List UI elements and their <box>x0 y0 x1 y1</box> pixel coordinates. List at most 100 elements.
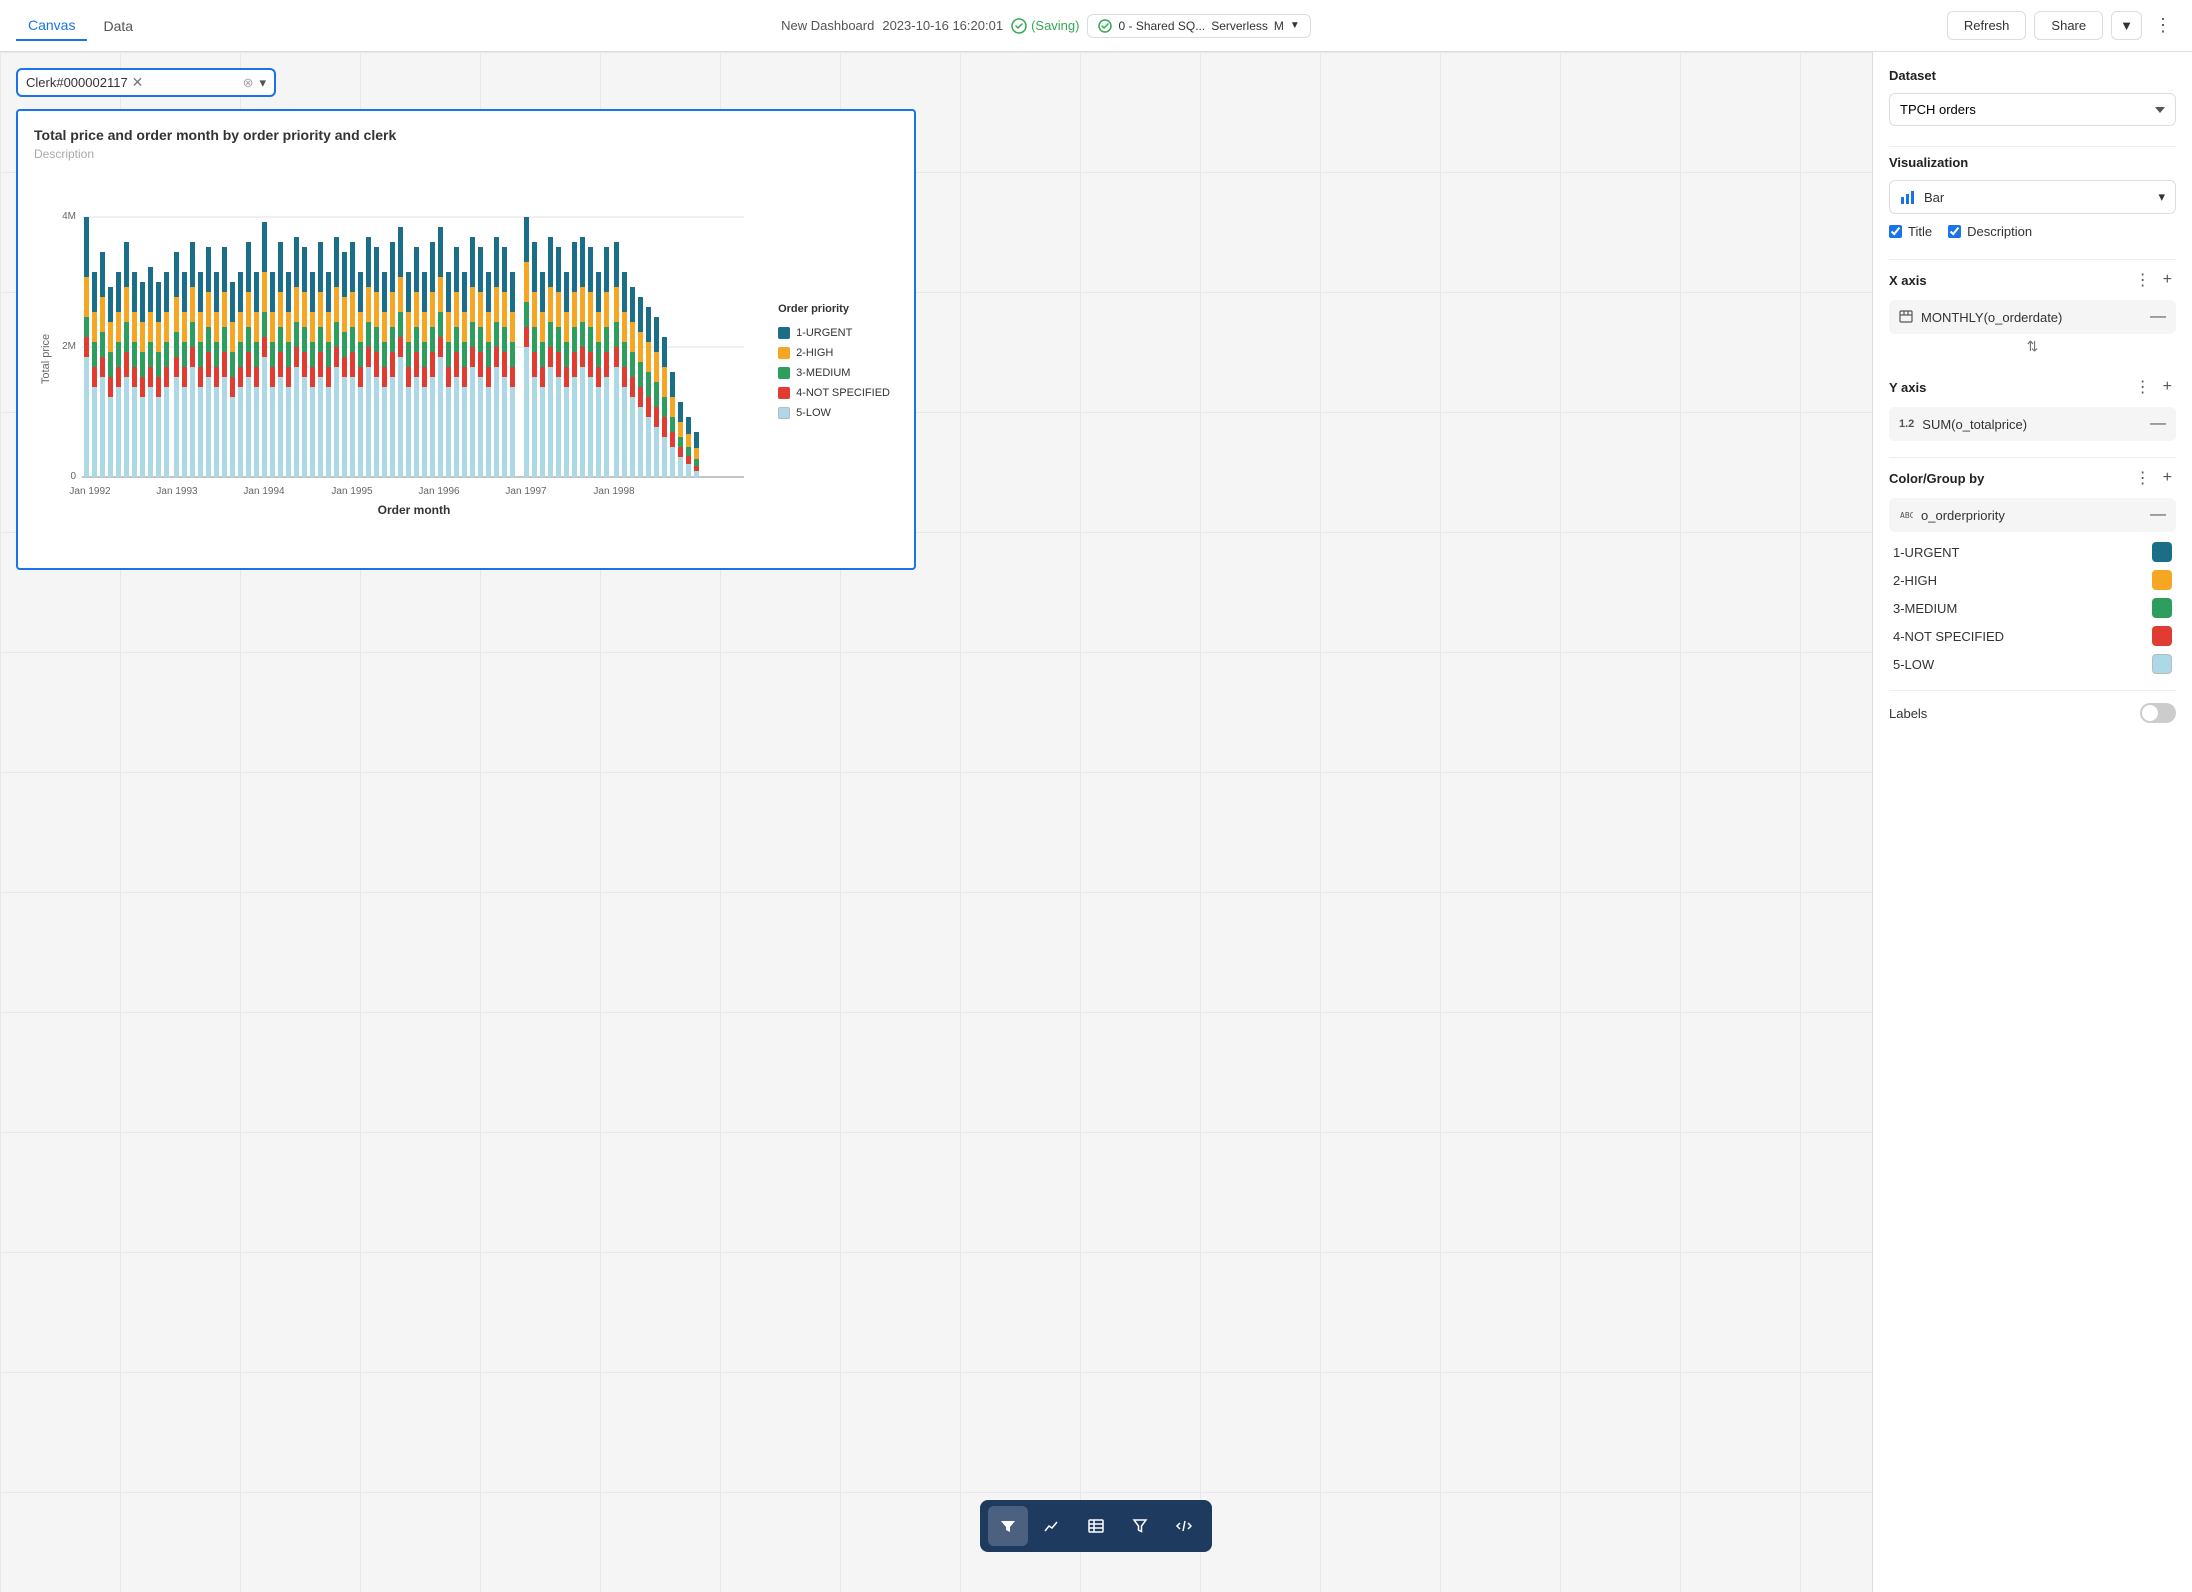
filter-remove-button[interactable]: ✕ <box>132 74 144 91</box>
filter-input[interactable]: Clerk#000002117 ✕ ⊗ ▾ <box>16 68 276 97</box>
color-swatch-notspecified[interactable] <box>2152 626 2172 646</box>
filter-clear-button[interactable]: ⊗ <box>243 75 254 91</box>
visualization-label: Visualization <box>1889 155 2176 170</box>
axis-swap-icon[interactable]: ⇅ <box>1889 334 2176 359</box>
color-item-urgent: 1-URGENT <box>1889 542 2176 562</box>
color-item-notspecified-label: 4-NOT SPECIFIED <box>1893 629 2004 644</box>
legend-swatch-urgent <box>778 327 790 339</box>
y-axis-label: Y axis <box>1889 380 1926 395</box>
description-checkbox-label[interactable]: Description <box>1948 224 2032 239</box>
color-item-low-label: 5-LOW <box>1893 657 1934 672</box>
description-checkbox[interactable] <box>1948 225 1961 238</box>
color-actions: ⋮ + <box>2131 466 2176 490</box>
x-field-remove-button[interactable]: — <box>2150 308 2166 326</box>
y-axis-add-button[interactable]: + <box>2159 375 2176 399</box>
canvas-area[interactable]: Clerk#000002117 ✕ ⊗ ▾ Total price and or… <box>0 52 1872 1592</box>
title-checkbox[interactable] <box>1889 225 1902 238</box>
x-axis-more-button[interactable]: ⋮ <box>2131 268 2155 292</box>
color-field-remove-button[interactable]: — <box>2150 506 2166 524</box>
refresh-button[interactable]: Refresh <box>1947 11 2027 40</box>
color-swatch-urgent[interactable] <box>2152 542 2172 562</box>
filter-icon <box>999 1517 1017 1535</box>
svg-text:Jan 1998: Jan 1998 <box>593 486 635 497</box>
svg-text:Order month: Order month <box>378 503 451 517</box>
legend-swatch-notspecified <box>778 387 790 399</box>
color-more-button[interactable]: ⋮ <box>2131 466 2155 490</box>
tab-data[interactable]: Data <box>91 11 145 41</box>
connection-size: M <box>1274 19 1284 33</box>
y-axis-field: 1.2 SUM(o_totalprice) — <box>1889 407 2176 441</box>
legend-item-high: 2-HIGH <box>778 347 890 359</box>
y-field-remove-button[interactable]: — <box>2150 415 2166 433</box>
color-item-low: 5-LOW <box>1889 654 2176 674</box>
filter-tag: Clerk#000002117 ✕ <box>26 74 143 91</box>
more-options-button[interactable]: ⋮ <box>2150 11 2176 40</box>
table-icon <box>1087 1517 1105 1535</box>
funnel-icon <box>1131 1517 1149 1535</box>
color-add-button[interactable]: + <box>2159 466 2176 490</box>
calendar-grid-icon <box>1899 309 1913 326</box>
toolbar-chart-button[interactable] <box>1032 1506 1072 1546</box>
vis-type-label: Bar <box>1924 190 2150 205</box>
toolbar-table-button[interactable] <box>1076 1506 1116 1546</box>
dataset-select[interactable]: TPCH orders <box>1889 93 2176 126</box>
filter-chevron-icon[interactable]: ▾ <box>259 75 266 91</box>
color-swatch-medium[interactable] <box>2152 598 2172 618</box>
toolbar-filter-button[interactable] <box>988 1506 1028 1546</box>
chart-description: Description <box>34 147 898 161</box>
chart-legend: Order priority 1-URGENT 2-HIGH 3-MEDIUM <box>770 169 898 552</box>
legend-item-urgent: 1-URGENT <box>778 327 890 339</box>
legend-label-urgent: 1-URGENT <box>796 327 852 339</box>
color-item-medium-label: 3-MEDIUM <box>1893 601 1957 616</box>
bar-chart-svg: Total price 4M 2M 0 <box>34 169 754 549</box>
color-label: Color/Group by <box>1889 471 1984 486</box>
labels-toggle[interactable] <box>2140 703 2176 723</box>
svg-text:Jan 1994: Jan 1994 <box>243 486 285 497</box>
dataset-label: Dataset <box>1889 68 2176 83</box>
topbar: Canvas Data New Dashboard 2023-10-16 16:… <box>0 0 2192 52</box>
color-swatch-high[interactable] <box>2152 570 2172 590</box>
y-axis-actions: ⋮ + <box>2131 375 2176 399</box>
share-dropdown-button[interactable]: ▼ <box>2111 11 2142 40</box>
title-checkbox-label[interactable]: Title <box>1889 224 1932 239</box>
color-section: Color/Group by ⋮ + ABC o_orderpriority — <box>1889 466 2176 674</box>
x-axis-label: X axis <box>1889 273 1927 288</box>
topbar-actions: Refresh Share ▼ ⋮ <box>1947 11 2176 40</box>
filter-value: Clerk#000002117 <box>26 75 128 90</box>
toolbar-funnel-button[interactable] <box>1120 1506 1160 1546</box>
description-label: Description <box>1967 224 2032 239</box>
svg-text:0: 0 <box>70 471 76 482</box>
svg-text:ABC: ABC <box>1900 511 1913 520</box>
main-layout: Clerk#000002117 ✕ ⊗ ▾ Total price and or… <box>0 52 2192 1592</box>
check-circle-icon <box>1011 18 1027 34</box>
connection-pill[interactable]: 0 - Shared SQ... Serverless M ▼ <box>1087 14 1310 38</box>
svg-text:Jan 1993: Jan 1993 <box>156 486 198 497</box>
svg-text:2M: 2M <box>62 341 76 352</box>
y-axis-header: Y axis ⋮ + <box>1889 375 2176 399</box>
svg-text:4M: 4M <box>62 211 76 222</box>
visualization-section: Visualization Bar ▾ Title Descripti <box>1889 155 2176 239</box>
chart-svg-wrap: Total price 4M 2M 0 <box>34 169 754 552</box>
tab-canvas[interactable]: Canvas <box>16 11 87 41</box>
vis-type-select[interactable]: Bar ▾ <box>1889 180 2176 214</box>
labels-toggle-row: Labels <box>1889 699 2176 727</box>
svg-text:Jan 1996: Jan 1996 <box>418 486 460 497</box>
toolbar-code-button[interactable] <box>1164 1506 1204 1546</box>
x-axis-add-button[interactable]: + <box>2159 268 2176 292</box>
x-axis-actions: ⋮ + <box>2131 268 2176 292</box>
legend-label-high: 2-HIGH <box>796 347 833 359</box>
color-items: 1-URGENT 2-HIGH 3-MEDIUM 4-NOT SPECIFIED… <box>1889 542 2176 674</box>
dashboard-timestamp: 2023-10-16 16:20:01 <box>882 18 1003 33</box>
color-item-notspecified: 4-NOT SPECIFIED <box>1889 626 2176 646</box>
color-swatch-low[interactable] <box>2152 654 2172 674</box>
color-item-high: 2-HIGH <box>1889 570 2176 590</box>
line-chart-icon <box>1043 1517 1061 1535</box>
topbar-center: New Dashboard 2023-10-16 16:20:01 (Savin… <box>161 14 1931 38</box>
y-field-label: SUM(o_totalprice) <box>1922 417 2027 432</box>
vis-checkboxes: Title Description <box>1889 224 2176 239</box>
dashboard-title: New Dashboard <box>781 18 874 33</box>
share-button[interactable]: Share <box>2034 11 2103 40</box>
legend-item-low: 5-LOW <box>778 407 890 419</box>
y-axis-section: Y axis ⋮ + 1.2 SUM(o_totalprice) — <box>1889 375 2176 441</box>
y-axis-more-button[interactable]: ⋮ <box>2131 375 2155 399</box>
